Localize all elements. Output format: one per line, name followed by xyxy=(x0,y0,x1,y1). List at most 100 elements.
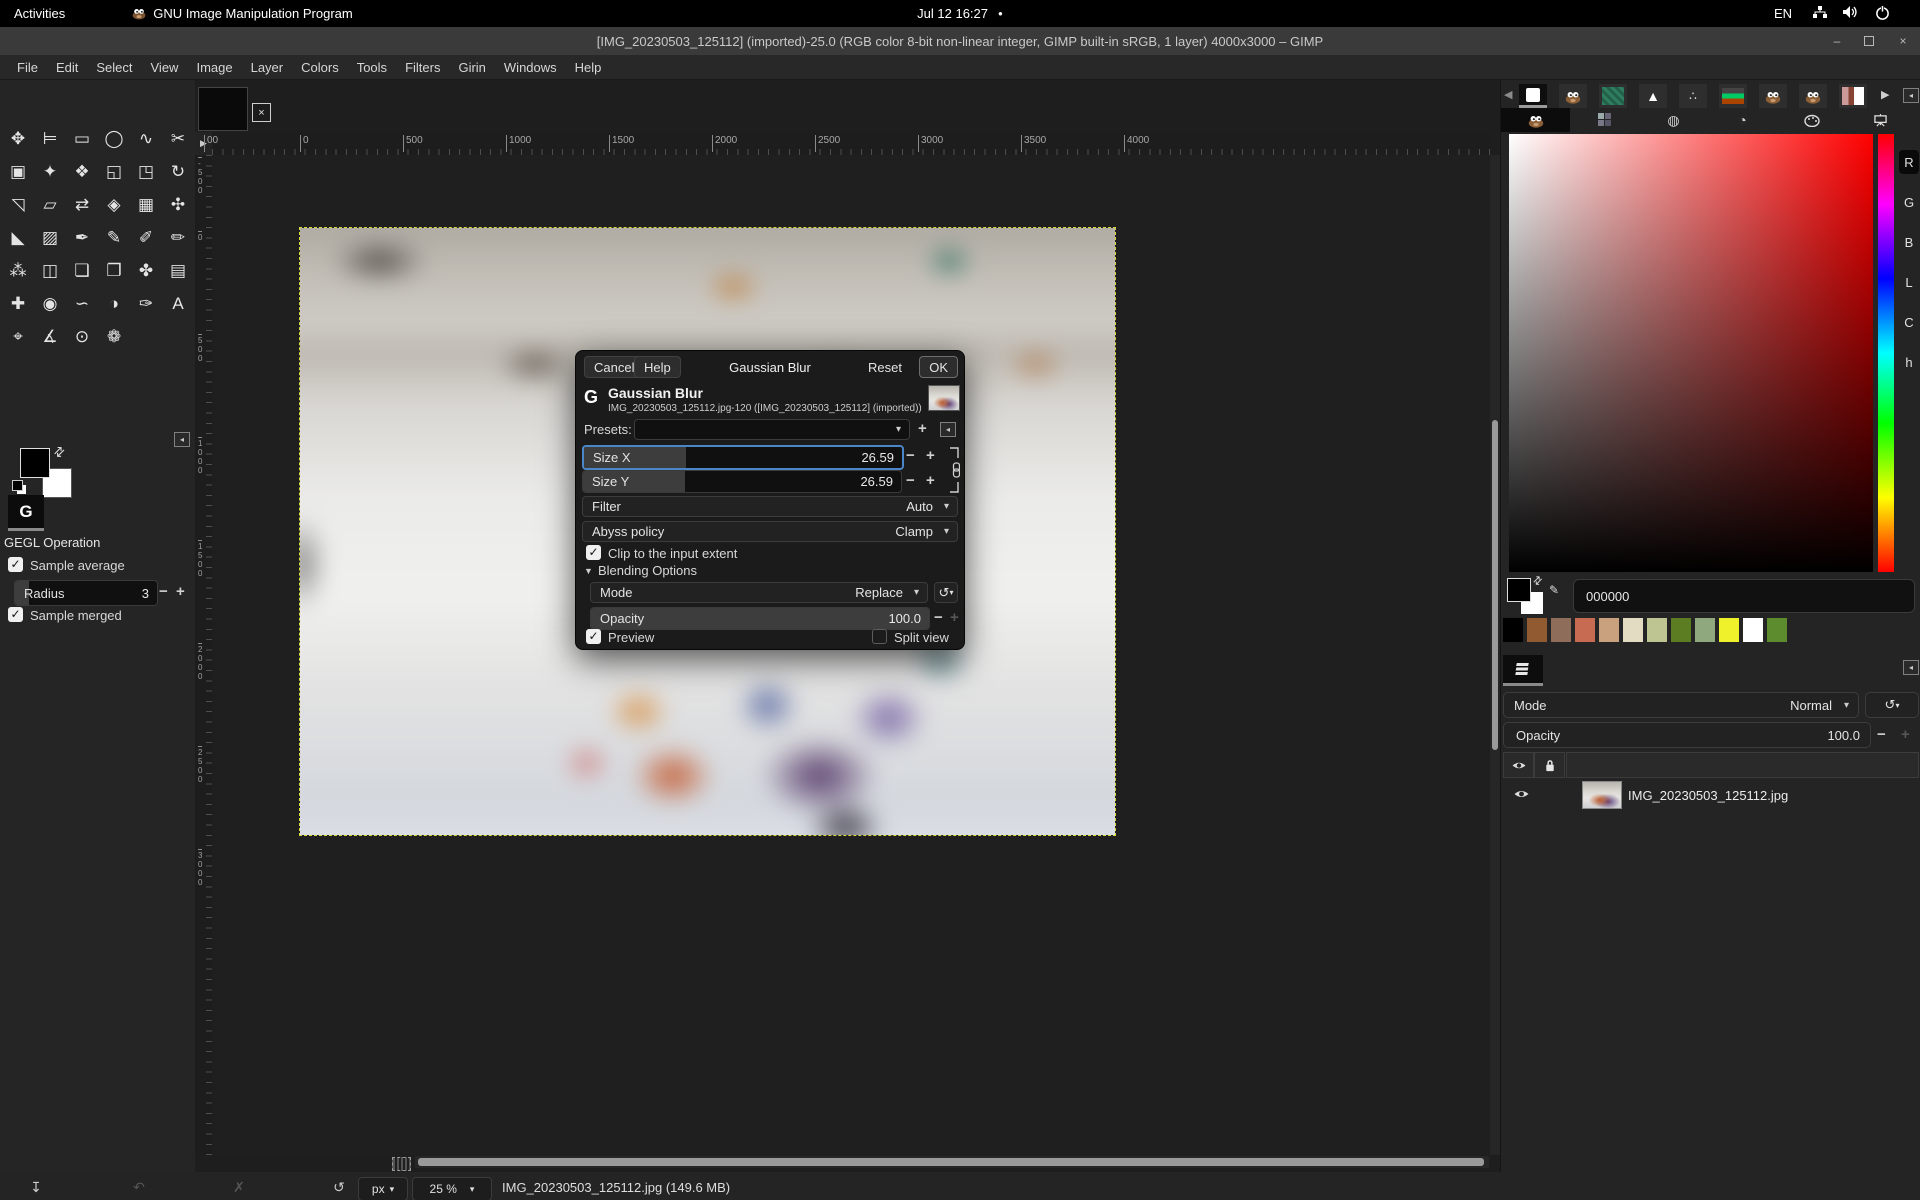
ink-tool[interactable]: ✒ xyxy=(66,221,98,254)
foreground-select-tool[interactable]: ▣ xyxy=(2,155,34,188)
ellipse-select-tool[interactable]: ◯ xyxy=(98,122,130,155)
menu-filters[interactable]: Filters xyxy=(396,57,449,78)
palette-swatch-1[interactable] xyxy=(1527,618,1547,642)
paths-tool[interactable]: ✑ xyxy=(130,287,162,320)
app-menu-button[interactable]: GNU Image Manipulation Program xyxy=(153,6,352,21)
network-icon[interactable] xyxy=(1812,5,1828,22)
zoom-selector[interactable]: 25 %▾ xyxy=(412,1177,492,1200)
rotate-tool[interactable]: ↻ xyxy=(162,155,194,188)
dock-tab-active-image[interactable] xyxy=(1519,84,1547,108)
channel-button-C[interactable]: C xyxy=(1899,310,1919,334)
canvas-area[interactable] xyxy=(212,155,1490,1155)
palette-swatch-11[interactable] xyxy=(1767,618,1787,642)
dock-tab-pointer[interactable]: ▲ xyxy=(1639,84,1667,108)
vertical-scrollbar-thumb[interactable] xyxy=(1492,420,1498,750)
layer-mode-reset-button[interactable]: ↺▾ xyxy=(1865,692,1919,718)
dock-tab-wilber-3[interactable] xyxy=(1799,84,1827,108)
palette-swatch-9[interactable] xyxy=(1719,618,1739,642)
menu-edit[interactable]: Edit xyxy=(47,57,87,78)
alignment-tool[interactable]: ⊨ xyxy=(34,122,66,155)
select-by-color-tool[interactable]: ❖ xyxy=(66,155,98,188)
volume-icon[interactable] xyxy=(1842,5,1858,22)
channel-button-R[interactable]: R xyxy=(1899,150,1919,174)
palette-swatch-10[interactable] xyxy=(1743,618,1763,642)
perspective-tool[interactable]: ▦ xyxy=(130,188,162,221)
size-x-slider[interactable]: Size X 26.59 xyxy=(582,445,904,470)
dock-tab-gradient[interactable] xyxy=(1719,84,1747,108)
hue-strip[interactable] xyxy=(1878,134,1894,572)
channel-button-L[interactable]: L xyxy=(1899,270,1919,294)
menu-tools[interactable]: Tools xyxy=(348,57,396,78)
sample-average-checkbox[interactable] xyxy=(8,557,23,572)
heal-tool[interactable]: ✚ xyxy=(2,287,34,320)
lock-column-header[interactable] xyxy=(1534,752,1565,778)
fuzzy-select-tool[interactable]: ✦ xyxy=(34,155,66,188)
close-button[interactable]: × xyxy=(1894,33,1912,49)
color-select-square[interactable] xyxy=(1509,134,1873,572)
size-x-decrement-button[interactable]: − xyxy=(906,447,915,464)
radius-decrement-button[interactable]: − xyxy=(159,583,168,600)
size-y-increment-button[interactable]: + xyxy=(926,472,935,489)
dock-tabs-scroll-right-icon[interactable]: ▶ xyxy=(1881,88,1889,101)
menu-layer[interactable]: Layer xyxy=(242,57,293,78)
opacity-decrement-button[interactable]: − xyxy=(934,609,943,626)
presets-combo[interactable]: ▾ xyxy=(634,419,910,440)
abyss-policy-combo[interactable]: Abyss policy Clamp▾ xyxy=(582,521,958,542)
maximize-button[interactable] xyxy=(1860,33,1878,49)
menu-view[interactable]: View xyxy=(142,57,188,78)
scale-tool[interactable]: ◹ xyxy=(2,188,34,221)
preview-checkbox[interactable] xyxy=(586,629,601,644)
dock-tab-pattern-green[interactable] xyxy=(1599,84,1627,108)
palette-swatch-5[interactable] xyxy=(1623,618,1643,642)
vertical-ruler[interactable]: -500050010001500200025003000 xyxy=(195,155,212,1155)
link-size-chain-icon[interactable] xyxy=(948,447,960,496)
activities-button[interactable]: Activities xyxy=(14,6,65,21)
sample-merged-checkbox[interactable] xyxy=(8,607,23,622)
dialog-tab-palettes[interactable] xyxy=(1777,108,1846,132)
minimize-button[interactable]: – xyxy=(1828,33,1846,49)
channel-button-h[interactable]: h xyxy=(1899,350,1919,374)
channel-button-B[interactable]: B xyxy=(1899,230,1919,254)
horizontal-scrollbar-thumb[interactable] xyxy=(418,1158,1484,1166)
preset-menu-button[interactable]: ◂ xyxy=(940,422,956,437)
palette-swatch-7[interactable] xyxy=(1671,618,1691,642)
bucket-fill-tool[interactable]: ◣ xyxy=(2,221,34,254)
layer-row[interactable]: IMG_20230503_125112.jpg xyxy=(1503,780,1919,810)
mypaint-brush-tool[interactable]: ✎ xyxy=(98,221,130,254)
size-x-increment-button[interactable]: + xyxy=(926,447,935,464)
power-icon[interactable] xyxy=(1875,5,1890,23)
preset-add-icon[interactable]: + xyxy=(918,420,927,437)
crop-tool[interactable]: ◱ xyxy=(98,155,130,188)
horizontal-ruler[interactable]: 0005001000150020002500300035004000 xyxy=(212,132,1490,155)
image-tab-close-button[interactable]: × xyxy=(252,103,271,122)
layer-mode-combo[interactable]: Mode Normal ▾ xyxy=(1503,692,1859,718)
layers-dialog-tab[interactable] xyxy=(1503,655,1543,686)
dock-tab-pattern-pink[interactable] xyxy=(1839,84,1867,108)
filter-combo[interactable]: Filter Auto▾ xyxy=(582,496,958,517)
color-picker-tool[interactable]: ⌖ xyxy=(2,320,34,353)
palette-swatch-8[interactable] xyxy=(1695,618,1715,642)
dialog-ok-button[interactable]: OK xyxy=(919,356,958,378)
opacity-increment-button[interactable]: + xyxy=(950,609,959,626)
quick-mask-toggle[interactable] xyxy=(392,1157,411,1171)
shear-tool[interactable]: ▱ xyxy=(34,188,66,221)
menu-file[interactable]: File xyxy=(8,57,47,78)
tool-options-menu-button[interactable]: ◂ xyxy=(174,432,190,447)
3d-transform-tool[interactable]: ◈ xyxy=(98,188,130,221)
layer-opacity-slider[interactable]: Opacity 100.0 xyxy=(1503,722,1871,748)
layers-menu-button[interactable]: ◂ xyxy=(1903,660,1919,675)
blending-options-label[interactable]: Blending Options xyxy=(598,563,697,578)
color-hex-edit-icon[interactable]: ✎ xyxy=(1549,583,1559,597)
gegl-operation-tool[interactable]: ❁ xyxy=(98,320,130,353)
dock-menu-button[interactable]: ◂ xyxy=(1903,88,1919,103)
dialog-tab-brushes[interactable]: ◍ xyxy=(1639,108,1708,132)
menu-colors[interactable]: Colors xyxy=(292,57,348,78)
radius-slider[interactable]: Radius 3 xyxy=(14,580,158,606)
warp-transform-tool[interactable]: ✤ xyxy=(130,254,162,287)
menu-girin[interactable]: Girin xyxy=(449,57,494,78)
clone-tool[interactable]: ❏ xyxy=(66,254,98,287)
pencil-tool[interactable]: ✏ xyxy=(162,221,194,254)
move-tool[interactable]: ✥ xyxy=(2,122,34,155)
menu-windows[interactable]: Windows xyxy=(495,57,566,78)
dock-tab-tool-preset[interactable]: ∴ xyxy=(1679,84,1707,108)
